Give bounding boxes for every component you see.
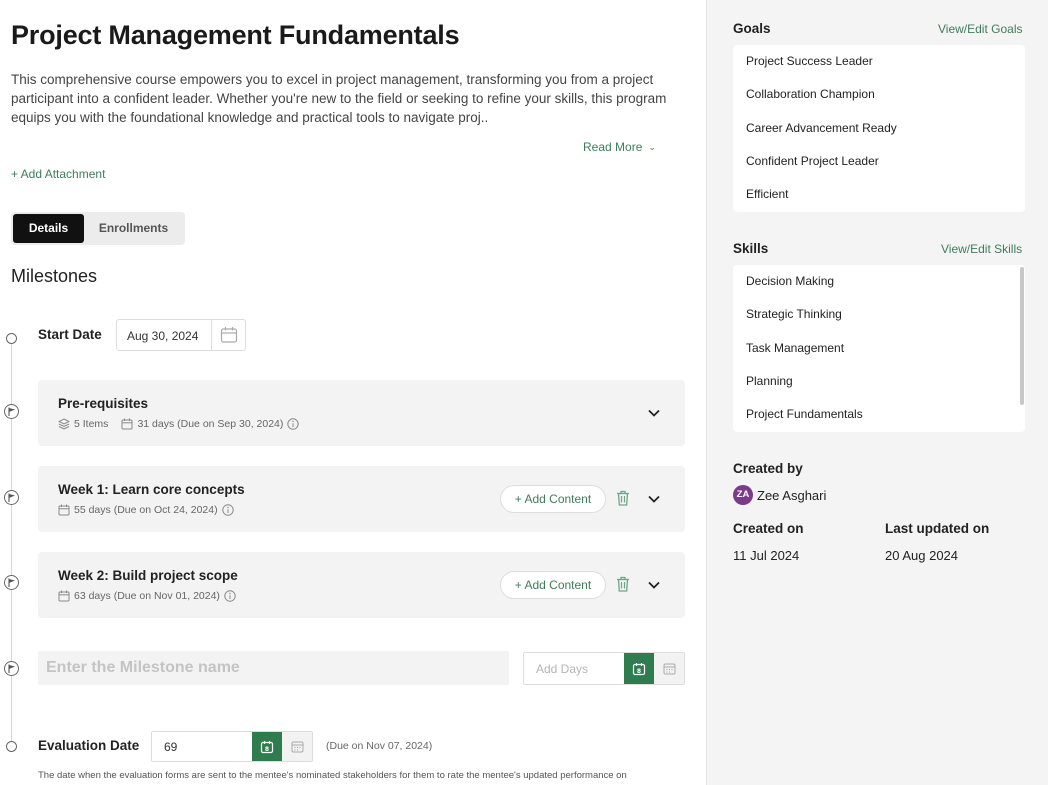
created-on-value: 11 Jul 2024 xyxy=(733,548,800,563)
info-icon[interactable] xyxy=(224,590,236,602)
list-item: Project Success Leader xyxy=(746,54,873,68)
calendar-icon xyxy=(58,504,70,516)
tab-bar: Details Enrollments xyxy=(11,212,185,245)
trash-icon[interactable] xyxy=(616,576,630,597)
skills-scrollbar[interactable] xyxy=(1020,267,1024,405)
start-date-label: Start Date xyxy=(38,327,102,342)
milestone-card[interactable]: Pre-requisites 5 Items 31 days (Due on S… xyxy=(38,380,685,446)
view-edit-goals-link[interactable]: View/Edit Goals xyxy=(938,22,1023,36)
avatar: ZA xyxy=(733,485,753,505)
last-updated-value: 20 Aug 2024 xyxy=(885,548,959,563)
days-mode-button[interactable]: 8 xyxy=(252,732,282,761)
milestone-name-input[interactable] xyxy=(38,651,509,685)
read-more-link[interactable]: Read More ⌄ xyxy=(583,140,656,154)
read-more-label: Read More xyxy=(583,140,643,154)
tab-enrollments[interactable]: Enrollments xyxy=(84,214,183,243)
milestone-meta: 5 Items 31 days (Due on Sep 30, 2024) xyxy=(58,418,303,430)
page-title: Project Management Fundamentals xyxy=(11,20,460,50)
course-description: This comprehensive course empowers you t… xyxy=(11,72,667,125)
timeline-start-dot xyxy=(6,333,17,344)
creator-name: Zee Asghari xyxy=(757,488,827,503)
milestone-items-count: 5 Items xyxy=(74,418,109,430)
milestone-duration: 31 days xyxy=(137,418,175,430)
created-by-label: Created by xyxy=(733,461,803,476)
list-item: Strategic Thinking xyxy=(746,307,842,322)
right-sidebar: Goals View/Edit Goals Project Success Le… xyxy=(706,0,1048,785)
list-item: Task Management xyxy=(746,340,845,355)
add-content-button[interactable]: + Add Content xyxy=(500,571,606,599)
main-content: Project Management Fundamentals This com… xyxy=(0,0,706,785)
skills-heading: Skills xyxy=(733,241,769,256)
flag-icon xyxy=(4,661,19,676)
list-item: Planning xyxy=(746,373,793,388)
milestone-title: Week 2: Build project scope xyxy=(58,568,238,583)
calendar-icon xyxy=(121,418,133,430)
evaluation-days-field[interactable]: 69 8 xyxy=(151,731,313,762)
view-edit-skills-link[interactable]: View/Edit Skills xyxy=(941,242,1022,256)
list-item: Career Advancement Ready xyxy=(746,120,897,135)
milestones-heading: Milestones xyxy=(11,266,98,286)
days-mode-button[interactable]: 8 xyxy=(624,653,654,684)
milestone-card[interactable]: Week 2: Build project scope 63 days (Due… xyxy=(38,552,685,618)
goals-heading: Goals xyxy=(733,21,771,36)
timeline-line xyxy=(11,343,12,741)
evaluation-days-value: 69 xyxy=(164,740,178,754)
add-days-input[interactable] xyxy=(524,653,624,684)
milestone-due: (Due on Nov 01, 2024) xyxy=(113,590,220,602)
layers-icon xyxy=(58,418,70,430)
info-icon[interactable] xyxy=(221,504,234,516)
last-updated-label: Last updated on xyxy=(885,521,990,536)
milestone-due: (Due on Sep 30, 2024) xyxy=(177,418,284,430)
add-content-button[interactable]: + Add Content xyxy=(500,485,606,513)
list-item: Collaboration Champion xyxy=(746,87,875,102)
calendar-icon[interactable] xyxy=(211,320,245,350)
add-attachment-button[interactable]: + Add Attachment xyxy=(11,167,105,181)
evaluation-note: The date when the evaluation forms are s… xyxy=(38,770,627,781)
milestone-due: (Due on Oct 24, 2024) xyxy=(113,504,218,516)
start-date-field[interactable]: Aug 30, 2024 xyxy=(116,319,246,351)
trash-icon[interactable] xyxy=(616,490,630,511)
milestone-meta: 63 days (Due on Nov 01, 2024) xyxy=(58,590,240,602)
add-days-field: 8 xyxy=(523,652,685,685)
milestone-card[interactable]: Week 1: Learn core concepts 55 days (Due… xyxy=(38,466,685,532)
evaluation-due-text: (Due on Nov 07, 2024) xyxy=(326,740,433,752)
milestone-title: Week 1: Learn core concepts xyxy=(58,482,245,497)
flag-icon xyxy=(4,404,19,419)
list-item: Efficient xyxy=(746,187,789,202)
flag-icon xyxy=(4,575,19,590)
goals-list: Project Success Leader Collaboration Cha… xyxy=(733,45,1025,212)
milestone-title: Pre-requisites xyxy=(58,396,149,411)
chevron-down-icon[interactable] xyxy=(647,405,661,423)
chevron-down-icon: ⌄ xyxy=(648,142,656,152)
chevron-down-icon[interactable] xyxy=(647,577,661,595)
created-on-label: Created on xyxy=(733,521,804,536)
list-item: Decision Making xyxy=(746,274,835,288)
calendar-icon[interactable] xyxy=(282,732,312,761)
tab-details[interactable]: Details xyxy=(13,214,84,243)
start-date-value: Aug 30, 2024 xyxy=(127,329,199,343)
svg-text:8: 8 xyxy=(637,668,641,675)
milestone-duration: 63 days xyxy=(74,590,111,602)
info-icon[interactable] xyxy=(287,418,300,430)
list-item: Confident Project Leader xyxy=(746,153,879,168)
evaluation-date-label: Evaluation Date xyxy=(38,738,140,753)
calendar-icon xyxy=(58,590,70,602)
list-item: Project Fundamentals xyxy=(746,407,863,422)
chevron-down-icon[interactable] xyxy=(647,491,661,509)
milestone-meta: 55 days (Due on Oct 24, 2024) xyxy=(58,504,238,516)
timeline-end-dot xyxy=(6,741,17,752)
milestone-duration: 55 days xyxy=(74,504,111,516)
svg-text:8: 8 xyxy=(265,746,269,753)
calendar-icon[interactable] xyxy=(654,653,684,684)
skills-list: Decision Making Strategic Thinking Task … xyxy=(733,265,1025,432)
flag-icon xyxy=(4,490,19,505)
